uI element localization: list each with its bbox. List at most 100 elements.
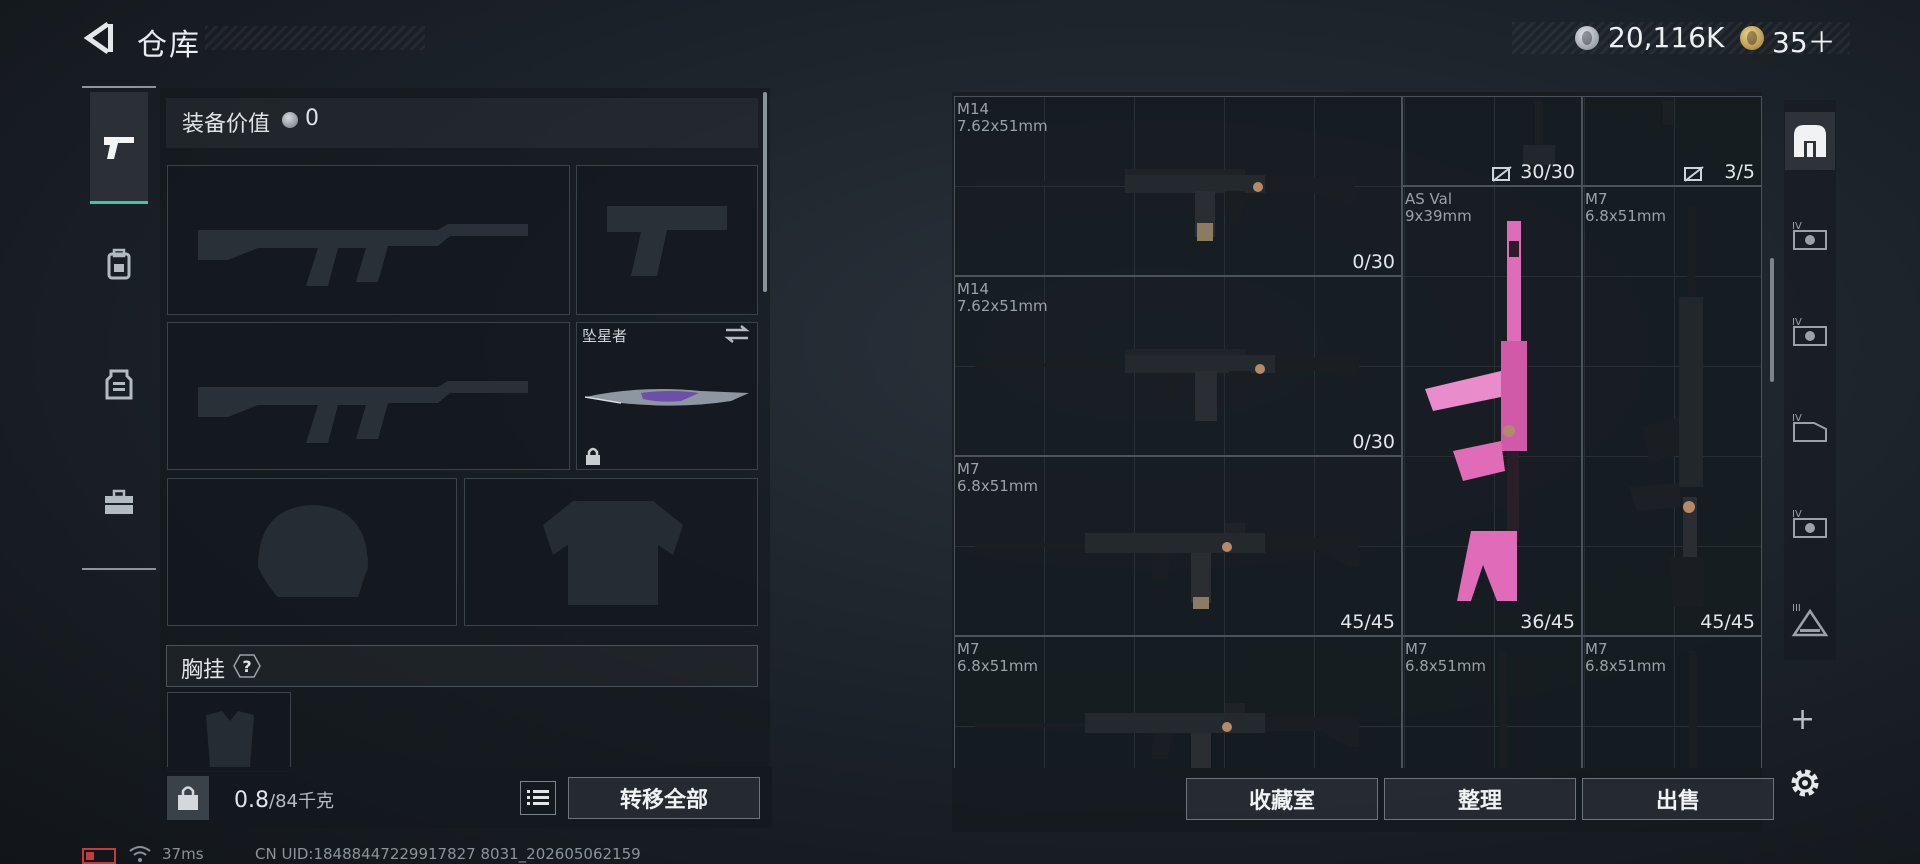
item-name: M7	[957, 460, 980, 478]
inventory-item-m7[interactable]: M7 6.8x51mm 45/45	[954, 456, 1402, 636]
chest-rig-silhouette-icon	[206, 711, 254, 767]
item-name: M14	[957, 100, 990, 118]
tier-4-rig-icon: IV	[1792, 413, 1827, 442]
secondary-weapon-slot[interactable]	[167, 322, 570, 470]
m7-rifle-icon	[1689, 651, 1697, 768]
item-ammo-count: 45/45	[1340, 611, 1395, 633]
item-name: M7	[1405, 640, 1428, 658]
filter-label: III	[1792, 603, 1801, 614]
item-ammo-count: 0/30	[1352, 251, 1395, 273]
no-mod-icon	[1684, 166, 1704, 182]
filter-tier-4-armor[interactable]: IV	[1785, 206, 1835, 264]
tier-4-helmet-icon: IV	[1792, 317, 1827, 346]
inventory-item-m7-vertical[interactable]: M7 6.8x51mm	[1582, 636, 1762, 768]
user-uid: CN UID:18488447229917827 8031_2026050621…	[255, 845, 641, 863]
category-tab-toolbox[interactable]	[90, 452, 148, 552]
primary-weapon-slot[interactable]	[167, 165, 570, 315]
item-name: M7	[1585, 640, 1608, 658]
equip-value-label: 装备价值	[182, 112, 271, 137]
helmet-silhouette-icon	[258, 505, 368, 597]
collection-room-button[interactable]: 收藏室	[1186, 778, 1378, 820]
pistol-slot[interactable]	[576, 165, 758, 315]
all-items-icon	[1794, 125, 1826, 157]
tier-4-armor-icon: IV	[1792, 221, 1827, 250]
swap-icon[interactable]	[724, 324, 750, 344]
item-ammo-count: 30/30	[1520, 161, 1575, 183]
armor-silhouette-icon	[543, 501, 683, 605]
category-tab-guns[interactable]	[90, 92, 148, 204]
item-ammo-count: 0/30	[1352, 431, 1395, 453]
item-caliber: 6.8x51mm	[1585, 657, 1667, 675]
inventory-item-as-val[interactable]: AS Val 9x39mm 36/45	[1402, 186, 1582, 636]
add-filter-button[interactable]: +	[1790, 702, 1815, 737]
gold-coin-icon	[1740, 26, 1764, 50]
loadout-scrollbar[interactable]	[763, 92, 767, 292]
inventory-item-m14[interactable]: M14 7.62x51mm 0/30	[954, 276, 1402, 456]
item-ammo-count: 45/45	[1700, 611, 1755, 633]
armor-slot[interactable]	[464, 478, 758, 626]
gold-currency-value[interactable]: 35＋	[1772, 21, 1836, 61]
m7-rifle-icon	[1629, 207, 1703, 607]
weight-current: 0.8	[234, 788, 269, 813]
silver-coin-icon	[1575, 26, 1599, 50]
pistol-silhouette-icon	[607, 206, 727, 276]
item-ammo-count: 3/5	[1724, 161, 1755, 183]
inventory-item-m7-vertical[interactable]: M7 6.8x51mm 45/45	[1582, 186, 1762, 636]
ping-readout: 37ms	[162, 845, 204, 863]
pistol-icon	[104, 136, 134, 159]
filter-all-button[interactable]	[1785, 112, 1835, 170]
melee-knife-icon	[584, 389, 749, 406]
backpack-icon	[107, 248, 131, 280]
inventory-item-partial[interactable]: 30/30	[1402, 96, 1582, 186]
helmet-slot[interactable]	[167, 478, 457, 626]
help-text: ?	[242, 657, 251, 676]
vest-icon	[105, 369, 133, 400]
transfer-all-button[interactable]: 转移全部	[568, 777, 760, 819]
m7-rifle-icon	[975, 523, 1359, 609]
gear-icon[interactable]	[1788, 766, 1822, 800]
help-icon[interactable]: ?	[232, 653, 262, 679]
melee-name: 坠星者	[582, 327, 628, 345]
filter-tier-4-rig[interactable]: IV	[1785, 398, 1835, 456]
title-decoration	[205, 26, 425, 50]
category-divider-bottom	[82, 568, 156, 570]
inventory-scrollbar[interactable]	[1770, 258, 1774, 382]
list-view-button[interactable]	[520, 781, 556, 815]
wifi-icon	[129, 846, 151, 862]
weight-max: /84千克	[269, 791, 334, 812]
chest-rig-slot[interactable]	[167, 692, 291, 772]
category-divider-top	[82, 86, 156, 88]
item-name: M7	[1585, 190, 1608, 208]
list-icon	[527, 790, 549, 805]
rifle-silhouette-icon	[198, 224, 528, 286]
equip-value: 0	[305, 106, 319, 131]
no-mod-icon	[1492, 166, 1512, 182]
organize-button[interactable]: 整理	[1384, 778, 1576, 820]
rifle-silhouette-icon	[198, 381, 528, 443]
inventory-item-m14[interactable]: M14 7.62x51mm 0/30	[954, 96, 1402, 276]
tier-4-backpack-icon: IV	[1792, 509, 1827, 538]
chest-rig-label: 胸挂	[181, 658, 226, 683]
category-tab-vest[interactable]	[90, 334, 148, 434]
filter-tier-3[interactable]: III	[1785, 590, 1835, 648]
category-tab-backpack[interactable]	[90, 214, 148, 314]
inventory-item-partial[interactable]: 3/5	[1582, 96, 1762, 186]
item-name: AS Val	[1405, 190, 1453, 208]
item-caliber: 6.8x51mm	[957, 477, 1039, 495]
toolbox-icon	[105, 489, 133, 514]
inventory-item-m7-vertical[interactable]: M7 6.8x51mm	[1402, 636, 1582, 768]
silver-currency-value: 20,116K	[1608, 21, 1725, 54]
item-ammo-count: 36/45	[1520, 611, 1575, 633]
weight-readout: 0.8/84千克	[234, 787, 334, 813]
filter-tier-4-helmet[interactable]: IV	[1785, 302, 1835, 360]
item-caliber: 7.62x51mm	[957, 117, 1048, 135]
m7-rifle-icon	[975, 703, 1359, 768]
partial-weapon-icon	[1523, 101, 1555, 165]
back-button[interactable]	[80, 18, 120, 58]
bag-button[interactable]	[167, 776, 209, 820]
m14-rifle-icon	[975, 169, 1355, 241]
item-caliber: 7.62x51mm	[957, 297, 1048, 315]
sell-button[interactable]: 出售	[1582, 778, 1774, 820]
inventory-item-m7[interactable]: M7 6.8x51mm	[954, 636, 1402, 768]
filter-tier-4-backpack[interactable]: IV	[1785, 494, 1835, 552]
